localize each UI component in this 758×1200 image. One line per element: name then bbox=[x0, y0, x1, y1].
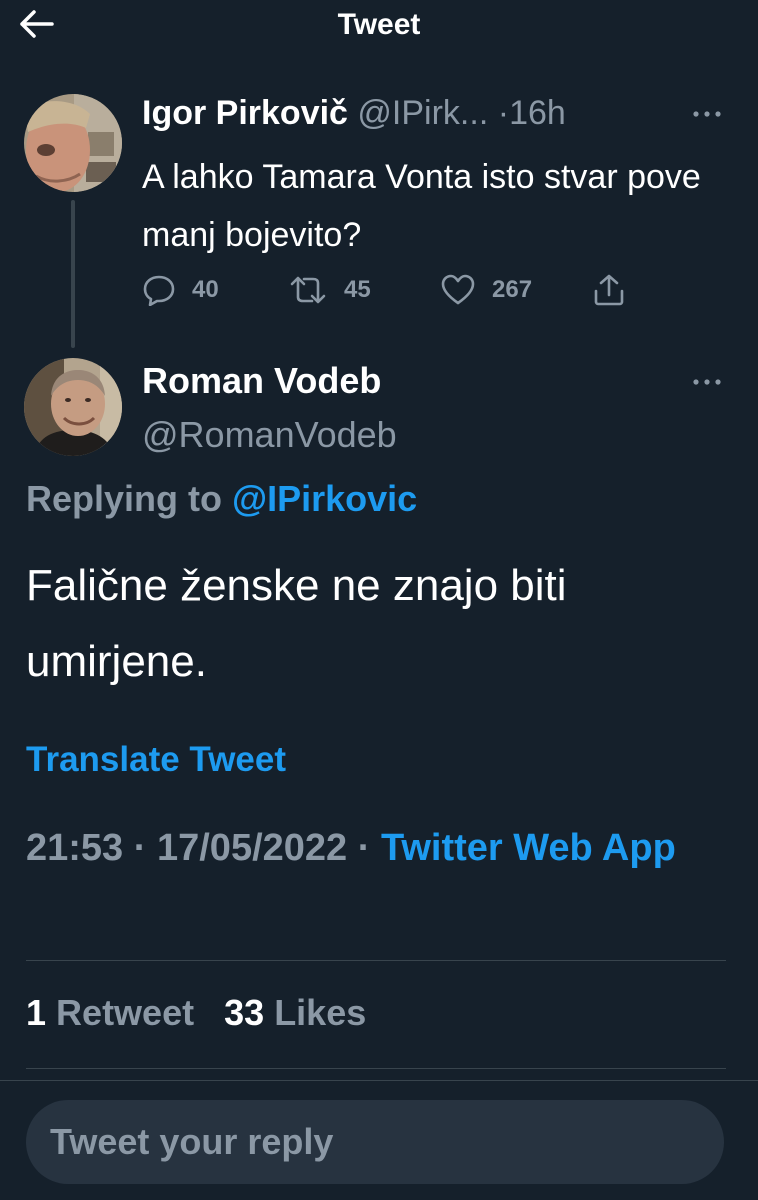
page-title: Tweet bbox=[337, 8, 421, 41]
engagement-stats: 1 Retweet 33 Likes bbox=[26, 992, 366, 1034]
retweet-total: 1 bbox=[26, 992, 47, 1033]
avatar-photo-roman bbox=[24, 358, 122, 456]
tweet-source-link[interactable]: Twitter Web App bbox=[381, 827, 676, 869]
parent-tweet-actions: 40 45 267 bbox=[142, 272, 642, 308]
bottom-divider bbox=[0, 1080, 758, 1081]
like-total: 33 bbox=[224, 992, 265, 1033]
parent-more-button[interactable] bbox=[690, 104, 724, 124]
more-horizontal-icon bbox=[693, 379, 721, 385]
replying-to-line: Replying to @IPirkovic bbox=[26, 478, 417, 520]
separator-dot: · bbox=[497, 94, 510, 132]
parent-author-name[interactable]: Igor Pirkovič bbox=[142, 94, 348, 132]
retweet-button[interactable]: 45 bbox=[288, 272, 371, 308]
main-more-button[interactable] bbox=[690, 372, 724, 392]
divider bbox=[26, 960, 726, 961]
author-name[interactable]: Roman Vodeb bbox=[142, 360, 381, 402]
reply-button[interactable]: 40 bbox=[142, 272, 219, 308]
tweet-text: Falične ženske ne znajo biti umirjene. bbox=[26, 561, 567, 686]
more-horizontal-icon bbox=[693, 111, 721, 117]
avatar[interactable] bbox=[24, 94, 122, 192]
reply-input[interactable]: Tweet your reply bbox=[26, 1100, 724, 1184]
replying-to-label: Replying to bbox=[26, 478, 222, 519]
like-stat-label: Likes bbox=[274, 992, 367, 1033]
tweet-date[interactable]: 17/05/2022 bbox=[157, 827, 347, 869]
translate-tweet-link[interactable]: Translate Tweet bbox=[26, 740, 286, 780]
likes-stat[interactable]: 33 Likes bbox=[224, 992, 366, 1033]
tweet-meta: 21:53 · 17/05/2022 · Twitter Web App bbox=[26, 820, 726, 876]
parent-tweet-header: Igor Pirkovič @IPirk... ·16h bbox=[142, 94, 718, 133]
retweet-count: 45 bbox=[344, 276, 371, 303]
like-count: 267 bbox=[492, 276, 533, 303]
top-bar: Tweet bbox=[0, 0, 758, 50]
parent-tweet-time[interactable]: 16h bbox=[509, 94, 566, 132]
like-button[interactable]: 267 bbox=[440, 272, 532, 308]
retweet-icon bbox=[290, 276, 326, 304]
tweet-time[interactable]: 21:53 bbox=[26, 827, 123, 869]
share-icon bbox=[594, 274, 624, 306]
avatar-photo-igor bbox=[24, 94, 122, 192]
parent-tweet-text: A lahko Tamara Vonta isto stvar pove man… bbox=[142, 158, 701, 254]
heart-icon bbox=[441, 274, 475, 305]
retweets-stat[interactable]: 1 Retweet bbox=[26, 992, 194, 1033]
separator-dot: · bbox=[133, 827, 147, 869]
share-button[interactable] bbox=[592, 272, 642, 308]
thread-connector-line bbox=[71, 200, 75, 348]
author-handle[interactable]: @RomanVodeb bbox=[142, 414, 397, 456]
reply-count: 40 bbox=[192, 276, 219, 303]
avatar[interactable] bbox=[24, 358, 122, 456]
parent-author-handle[interactable]: @IPirk... bbox=[357, 94, 488, 132]
separator-dot: · bbox=[357, 827, 371, 869]
reply-placeholder: Tweet your reply bbox=[50, 1121, 334, 1162]
replying-to-handle-link[interactable]: @IPirkovic bbox=[232, 478, 417, 519]
divider bbox=[26, 1068, 726, 1069]
retweet-stat-label: Retweet bbox=[56, 992, 195, 1033]
reply-icon bbox=[143, 275, 175, 306]
